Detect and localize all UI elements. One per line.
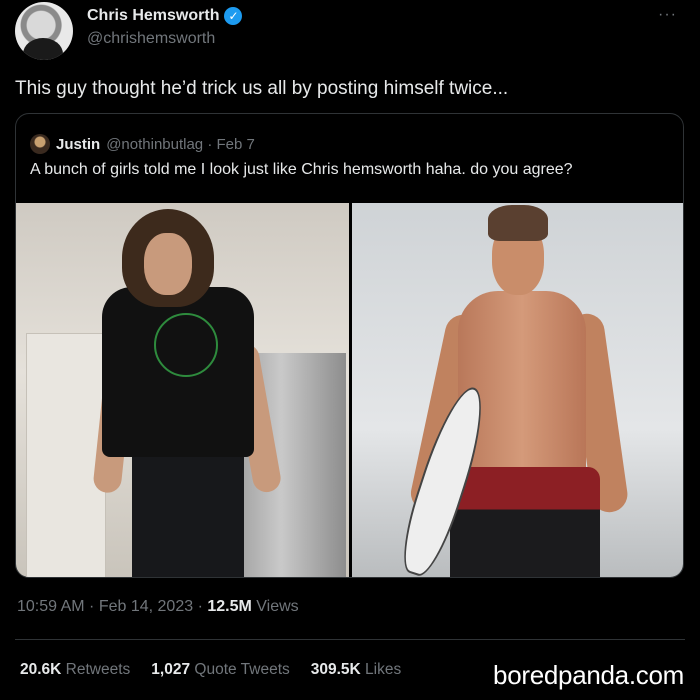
views-count: 12.5M <box>207 598 252 615</box>
likes-stat[interactable]: 309.5K Likes <box>311 661 401 679</box>
globe-print-shape <box>154 313 218 377</box>
views-label: Views <box>251 598 299 615</box>
tweet-stats: 20.6K Retweets 1,027 Quote Tweets 309.5K… <box>20 661 401 679</box>
author-display-name[interactable]: Chris Hemsworth <box>87 7 219 25</box>
likes-label: Likes <box>360 661 402 678</box>
author-handle[interactable]: @chrishemsworth <box>87 30 215 48</box>
author-avatar[interactable] <box>15 2 73 60</box>
tweet-timestamp[interactable]: 10:59 AM · Feb 14, 2023 · <box>17 598 207 615</box>
quote-author-avatar <box>30 134 50 154</box>
tweet-meta: 10:59 AM · Feb 14, 2023 · 12.5M Views <box>17 598 299 616</box>
verified-badge-icon: ✓ <box>224 7 243 25</box>
photo-chris-hemsworth[interactable] <box>352 203 683 577</box>
face-shape <box>144 233 192 295</box>
quote-header: Justin @nothinbutlag · Feb 7 <box>30 134 255 154</box>
retweets-count: 20.6K <box>20 661 62 678</box>
door-shape <box>26 333 106 577</box>
quote-author-name: Justin <box>56 135 101 153</box>
quote-tweets-count: 1,027 <box>151 661 191 678</box>
quote-text: A bunch of girls told me I look just lik… <box>30 161 573 178</box>
watermark: boredpanda.com <box>489 660 688 691</box>
divider <box>15 639 685 640</box>
retweets-label: Retweets <box>61 661 131 678</box>
more-options-icon[interactable]: ··· <box>658 6 677 24</box>
tweet-text: This guy thought he’d trick us all by po… <box>15 78 509 99</box>
quote-tweets-label: Quote Tweets <box>190 661 290 678</box>
retweets-stat[interactable]: 20.6K Retweets <box>20 661 130 679</box>
hair-shape <box>488 205 548 241</box>
pants-shape <box>132 453 244 577</box>
quote-tweet-card[interactable]: Justin @nothinbutlag · Feb 7 A bunch of … <box>15 113 684 578</box>
quote-tweets-stat[interactable]: 1,027 Quote Tweets <box>151 661 289 679</box>
wetsuit-shape <box>450 467 600 577</box>
photo-justin[interactable] <box>16 203 349 577</box>
quote-author-handle-date: @nothinbutlag · Feb 7 <box>106 135 255 153</box>
quote-media <box>16 203 683 577</box>
likes-count: 309.5K <box>310 661 361 678</box>
author-name-row: Chris Hemsworth ✓ <box>87 7 243 25</box>
